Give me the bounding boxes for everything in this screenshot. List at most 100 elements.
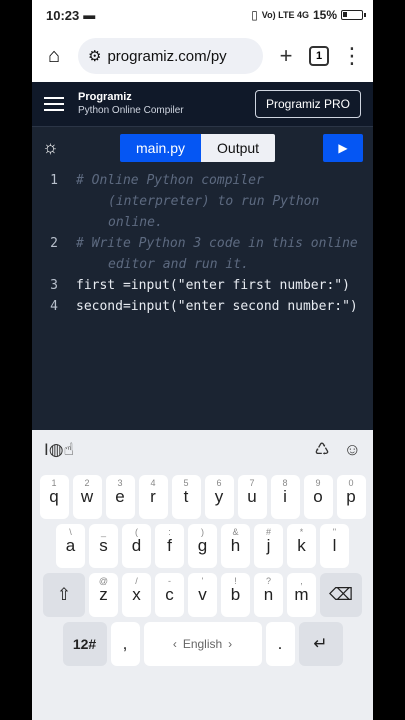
key-hint: 8 (282, 478, 288, 488)
code-text: # Online Python compiler (76, 173, 264, 188)
new-tab-icon[interactable]: + (273, 43, 299, 69)
key-letter: g (197, 536, 208, 555)
key-hint: 3 (117, 478, 123, 488)
key-b[interactable]: ! b (221, 573, 250, 617)
space-key[interactable]: ‹ English › (143, 622, 262, 666)
site-settings-icon[interactable]: ⚙ (88, 47, 101, 65)
key-c[interactable]: -c (155, 573, 184, 617)
home-icon[interactable]: ⌂ (40, 45, 68, 68)
notification-icon: ▬ (83, 8, 96, 22)
key-letter: m (294, 585, 309, 604)
key-n[interactable]: ? n (254, 573, 283, 617)
programiz-logo: Programiz (78, 91, 132, 104)
comma-key[interactable]: , (110, 622, 140, 666)
key-letter: w (80, 487, 94, 506)
key-letter: r (150, 487, 156, 506)
key-letter: p (346, 487, 356, 506)
numbers-key[interactable]: 12# (62, 622, 107, 666)
code-line-wrap: (interpreter) to run Python (32, 191, 373, 212)
key-k[interactable]: * k (287, 524, 316, 568)
key-letter: l (332, 536, 337, 555)
key-letter: v (198, 585, 207, 604)
key-e[interactable]: 3e (105, 475, 135, 519)
vibrate-icon: ▯ (251, 8, 258, 22)
voice-input-icon[interactable]: ☝ (64, 440, 74, 460)
key-y[interactable]: 6y (204, 475, 234, 519)
brand[interactable]: Programiz Python Online Compiler (78, 91, 184, 116)
key-s[interactable]: _ s (89, 524, 118, 568)
key-o[interactable]: 9o (303, 475, 333, 519)
emoji-icon[interactable]: ☺ (344, 440, 361, 460)
code-line-wrap: online. (32, 212, 373, 233)
code-text: # Write Python 3 code in this online (76, 236, 358, 251)
key-hint: # (265, 527, 271, 537)
code-line: 1 # Online Python compiler (32, 170, 373, 191)
key-f[interactable]: :f (155, 524, 184, 568)
battery-icon (341, 10, 366, 20)
key-a[interactable]: \ a (56, 524, 85, 568)
period-key[interactable]: . (265, 622, 295, 666)
code-line: 2 # Write Python 3 code in this online (32, 233, 373, 254)
key-h[interactable]: & h (221, 524, 250, 568)
tab-main-py[interactable]: main.py (120, 133, 202, 162)
code-text: editor and run it. (108, 257, 249, 272)
key-hint: " (332, 527, 337, 537)
globe-icon[interactable]: ◍ (49, 440, 64, 460)
more-menu-icon[interactable]: ⋮ (339, 43, 365, 69)
key-hint: : (168, 527, 171, 537)
line-number: 3 (50, 278, 58, 293)
backspace-key[interactable]: ⌫ (320, 573, 362, 617)
clipboard-icon[interactable]: ♺ (314, 440, 329, 460)
tab-output[interactable]: Output (201, 133, 276, 162)
key-v[interactable]: ' v (188, 573, 217, 617)
key-j[interactable]: # j (254, 524, 283, 568)
code-editor[interactable]: 1 # Online Python compiler (interpreter)… (32, 168, 373, 430)
tab-switcher-button[interactable]: 1 (309, 46, 329, 66)
key-letter: z (99, 585, 108, 604)
page-subtitle: Python Online Compiler (78, 104, 184, 116)
key-r[interactable]: 4r (138, 475, 168, 519)
key-p[interactable]: 0p (336, 475, 366, 519)
key-letter: h (230, 536, 241, 555)
key-x[interactable]: / x (122, 573, 151, 617)
hamburger-menu-icon[interactable] (44, 97, 64, 111)
key-d[interactable]: (d (122, 524, 151, 568)
key-hint: 2 (84, 478, 90, 488)
address-bar[interactable]: ⚙ programiz.com/py (78, 38, 263, 74)
key-hint: ) (201, 527, 204, 537)
key-m[interactable]: ,m (287, 573, 316, 617)
key-t[interactable]: 5t (171, 475, 201, 519)
key-letter: t (183, 487, 189, 506)
line-number: 1 (50, 173, 58, 188)
key-letter: j (266, 536, 271, 555)
key-hint: \ (69, 527, 72, 537)
key-letter: c (165, 585, 174, 604)
key-hint: 1 (51, 478, 57, 488)
key-u[interactable]: 7u (237, 475, 267, 519)
key-hint: 9 (315, 478, 321, 488)
key-w[interactable]: 2w (72, 475, 102, 519)
key-hint: / (135, 576, 138, 586)
key-g[interactable]: ) g (188, 524, 217, 568)
key-z[interactable]: @ z (89, 573, 118, 617)
programiz-pro-button[interactable]: Programiz PRO (254, 90, 361, 118)
line-number: 4 (50, 299, 58, 314)
key-hint: , (300, 576, 303, 586)
key-q[interactable]: 1q (39, 475, 69, 519)
phone-screen: 10:23 ▬ ▯ Vo) LTE 4G 15% ⌂ ⚙ programiz.c… (32, 0, 373, 720)
shift-key[interactable]: ⇧ (43, 573, 85, 617)
key-i[interactable]: 8i (270, 475, 300, 519)
key-hint: 0 (348, 478, 354, 488)
key-row-4: 12# , ‹ English › . ↵ (32, 622, 373, 666)
key-letter: u (247, 487, 257, 506)
key-hint: ? (265, 576, 271, 586)
key-l[interactable]: " l (320, 524, 349, 568)
code-text: first =input("enter first number:") (76, 278, 350, 293)
code-line: 3 first =input("enter first number:") (32, 275, 373, 296)
key-letter: i (283, 487, 287, 506)
run-button[interactable]: ▶ (323, 133, 363, 162)
key-hint: ! (234, 576, 237, 586)
key-letter: b (230, 585, 241, 604)
enter-key[interactable]: ↵ (298, 622, 343, 666)
theme-toggle-icon[interactable]: ☼ (42, 137, 70, 158)
